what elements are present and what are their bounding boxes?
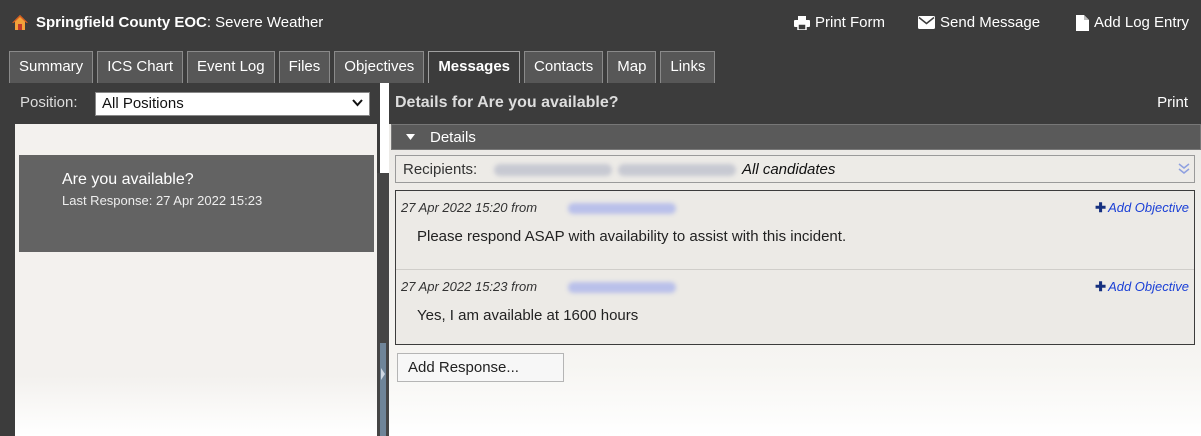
position-label: Position: bbox=[20, 94, 78, 111]
tab-messages[interactable]: Messages bbox=[428, 51, 521, 83]
position-select[interactable]: All Positions bbox=[95, 92, 370, 116]
sender-redacted[interactable] bbox=[568, 203, 676, 214]
tab-links[interactable]: Links bbox=[660, 51, 716, 83]
tab-ics-chart[interactable]: ICS Chart bbox=[97, 51, 184, 83]
add-objective-link[interactable]: ✚ Add Objective bbox=[1095, 279, 1189, 295]
expand-double-chevron-icon[interactable] bbox=[1178, 162, 1190, 176]
print-link[interactable]: Print bbox=[1157, 94, 1188, 111]
message-subject: Are you available? bbox=[62, 171, 194, 188]
print-form-button[interactable]: Print Form bbox=[794, 14, 885, 31]
message-list: Are you available? Last Response: 27 Apr… bbox=[15, 124, 377, 436]
add-log-entry-button[interactable]: Add Log Entry bbox=[1076, 14, 1189, 31]
tab-list: Summary ICS Chart Event Log Files Object… bbox=[9, 51, 719, 83]
message-last-response: Last Response: 27 Apr 2022 15:23 bbox=[62, 193, 263, 208]
tab-files[interactable]: Files bbox=[278, 51, 331, 83]
details-section-toggle[interactable]: Details bbox=[391, 124, 1201, 150]
tab-bar: Summary ICS Chart Event Log Files Object… bbox=[0, 46, 1201, 83]
add-response-button[interactable]: Add Response... bbox=[397, 353, 564, 382]
plus-icon: ✚ bbox=[1095, 279, 1107, 294]
recipients-row: Recipients: All candidates bbox=[395, 155, 1195, 183]
position-select-value: All Positions bbox=[102, 95, 184, 112]
tab-event-log[interactable]: Event Log bbox=[187, 51, 275, 83]
sender-redacted[interactable] bbox=[568, 282, 676, 293]
tab-objectives[interactable]: Objectives bbox=[334, 51, 425, 83]
add-objective-label: Add Objective bbox=[1108, 279, 1189, 294]
home-icon[interactable] bbox=[12, 14, 28, 31]
tab-summary[interactable]: Summary bbox=[9, 51, 94, 83]
app-header: Springfield County EOC: Severe Weather P… bbox=[0, 0, 1201, 46]
entry-text: Please respond ASAP with availability to… bbox=[417, 228, 847, 245]
chevron-down-icon bbox=[352, 99, 363, 107]
list-item[interactable]: Are you available? Last Response: 27 Apr… bbox=[19, 155, 374, 252]
entry-divider bbox=[396, 269, 1194, 270]
document-icon bbox=[1076, 14, 1089, 31]
envelope-icon bbox=[918, 16, 935, 29]
caret-down-icon bbox=[406, 134, 415, 140]
org-name: Springfield County EOC bbox=[36, 14, 207, 31]
entry-meta: 27 Apr 2022 15:20 from bbox=[401, 200, 538, 215]
recipient-redacted bbox=[494, 164, 612, 176]
tab-contacts[interactable]: Contacts bbox=[524, 51, 604, 83]
entry-meta: 27 Apr 2022 15:23 from bbox=[401, 279, 538, 294]
add-objective-label: Add Objective bbox=[1108, 200, 1189, 215]
collapse-arrow-icon[interactable] bbox=[380, 364, 386, 384]
details-title: Details for Are you available? bbox=[395, 94, 619, 111]
recipients-label: Recipients: bbox=[403, 161, 478, 178]
send-message-button[interactable]: Send Message bbox=[918, 14, 1040, 31]
details-panel: Details for Are you available? Print Det… bbox=[389, 83, 1201, 436]
message-list-panel: Position: All Positions Are you availabl… bbox=[0, 83, 380, 436]
add-objective-link[interactable]: ✚ Add Objective bbox=[1095, 200, 1189, 216]
print-form-label: Print Form bbox=[815, 14, 886, 31]
details-section-label: Details bbox=[430, 129, 476, 146]
entry-text: Yes, I am available at 1600 hours bbox=[417, 307, 639, 324]
event-name: : Severe Weather bbox=[206, 14, 324, 31]
plus-icon: ✚ bbox=[1095, 200, 1107, 215]
add-log-entry-label: Add Log Entry bbox=[1094, 14, 1190, 31]
details-header: Details for Are you available? Print bbox=[389, 83, 1201, 124]
message-thread: 27 Apr 2022 15:20 from ✚ Add Objective Pl… bbox=[395, 190, 1195, 345]
recipient-redacted bbox=[618, 164, 736, 176]
print-icon bbox=[794, 15, 810, 30]
list-fade bbox=[15, 376, 377, 436]
tab-map[interactable]: Map bbox=[607, 51, 657, 83]
app-title: Springfield County EOC: Severe Weather bbox=[36, 14, 323, 31]
recipients-all: All candidates bbox=[742, 161, 836, 178]
splitter-handle[interactable] bbox=[380, 343, 386, 436]
send-message-label: Send Message bbox=[940, 14, 1041, 31]
